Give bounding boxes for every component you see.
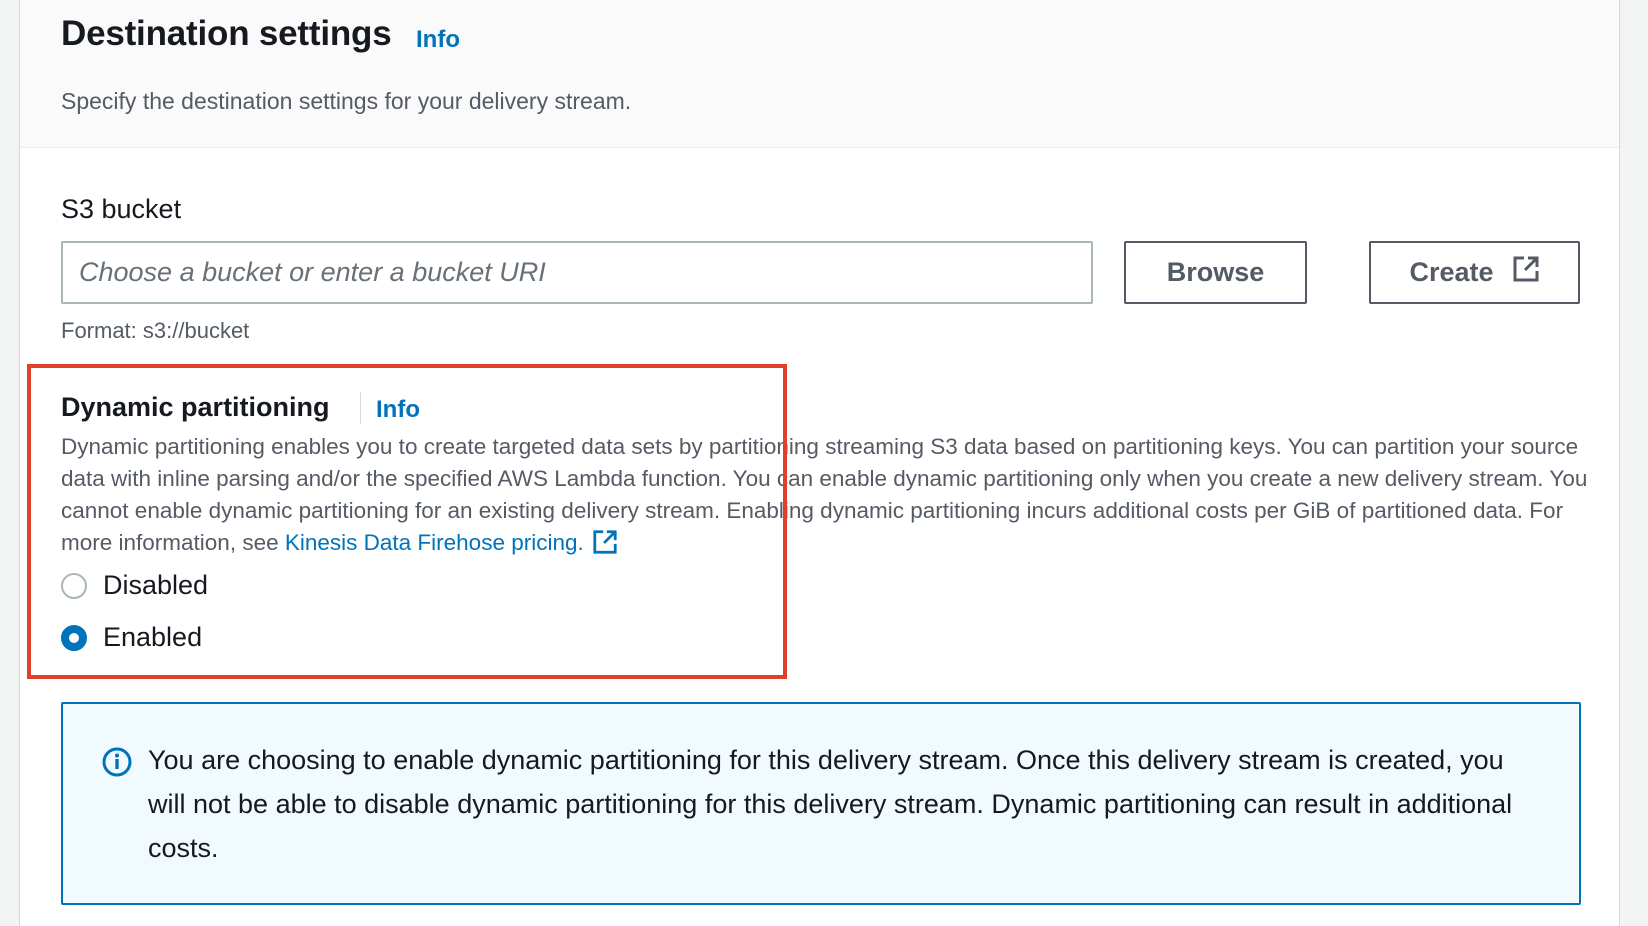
pricing-link[interactable]: Kinesis Data Firehose pricing. — [285, 530, 584, 555]
create-bucket-button[interactable]: Create — [1369, 241, 1580, 304]
panel-header: Destination settings Info Specify the de… — [20, 0, 1619, 148]
header-info-link[interactable]: Info — [416, 26, 460, 54]
radio-option-enabled[interactable]: Enabled — [61, 622, 202, 653]
s3-bucket-input[interactable] — [61, 241, 1093, 304]
radio-label-disabled: Disabled — [103, 570, 209, 600]
browse-button-label: Browse — [1166, 257, 1265, 287]
destination-settings-panel: Destination settings Info Specify the de… — [19, 0, 1620, 926]
dynamic-partitioning-info-link[interactable]: Info — [376, 396, 420, 424]
create-button-label: Create — [1409, 257, 1494, 287]
dynamic-partitioning-title: Dynamic partitioning — [61, 392, 330, 422]
info-alert: You are choosing to enable dynamic parti… — [61, 702, 1581, 905]
alert-message: You are choosing to enable dynamic parti… — [148, 745, 1513, 863]
radio-label-enabled: Enabled — [103, 622, 203, 652]
external-link-icon — [1512, 255, 1540, 290]
info-icon — [101, 746, 133, 783]
s3-bucket-label: S3 bucket — [61, 194, 182, 224]
external-link-icon[interactable] — [592, 529, 618, 564]
radio-option-disabled[interactable]: Disabled — [61, 570, 208, 601]
browse-button[interactable]: Browse — [1124, 241, 1307, 304]
header-description: Specify the destination settings for you… — [61, 88, 632, 114]
dynamic-partitioning-description: Dynamic partitioning enables you to crea… — [61, 431, 1591, 564]
title-divider — [360, 392, 361, 424]
page-title: Destination settings — [61, 14, 392, 53]
radio-button-disabled[interactable] — [61, 572, 87, 599]
radio-button-enabled[interactable] — [61, 624, 87, 651]
s3-format-hint: Format: s3://bucket — [61, 318, 250, 343]
